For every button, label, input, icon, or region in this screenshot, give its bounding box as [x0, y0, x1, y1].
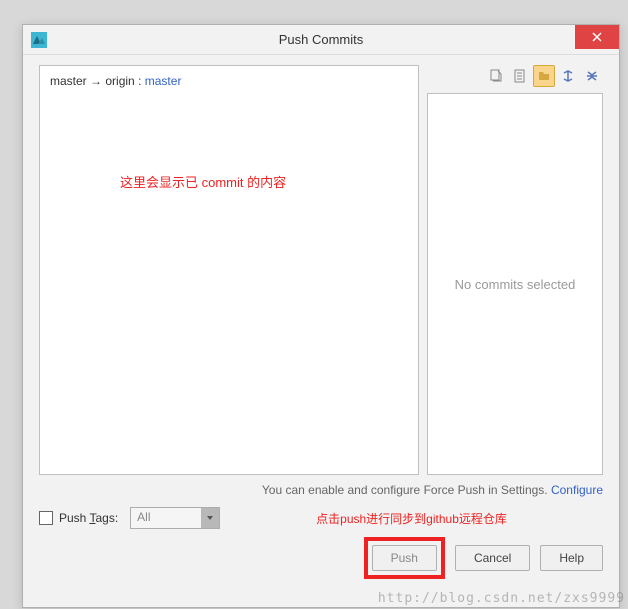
titlebar: Push Commits	[23, 25, 619, 55]
push-button[interactable]: Push	[372, 545, 437, 571]
annotation-commit-area: 这里会显示已 commit 的内容	[120, 172, 286, 191]
push-tags-value: All	[131, 508, 201, 528]
expand-all-icon[interactable]	[557, 65, 579, 87]
diff-toolbar	[427, 65, 603, 87]
configure-link[interactable]: Configure	[551, 483, 603, 497]
show-details-icon[interactable]	[509, 65, 531, 87]
top-area: master → origin : master 这里会显示已 commit 的…	[39, 65, 603, 475]
push-highlight-box: Push	[364, 537, 445, 579]
commits-tree-panel[interactable]: master → origin : master 这里会显示已 commit 的…	[39, 65, 419, 475]
dialog-content: master → origin : master 这里会显示已 commit 的…	[23, 55, 619, 579]
dropdown-arrow-icon	[201, 508, 219, 528]
local-branch: master	[50, 74, 87, 88]
button-row: Push Cancel Help	[39, 537, 603, 579]
push-tags-row: Push Tags: All 点击push进行同步到github远程仓库	[39, 507, 603, 529]
dialog-title: Push Commits	[23, 32, 619, 47]
show-diff-icon[interactable]	[485, 65, 507, 87]
close-button[interactable]	[575, 25, 619, 49]
collapse-all-icon[interactable]	[581, 65, 603, 87]
push-tags-checkbox[interactable]	[39, 511, 53, 525]
push-tags-label: Push Tags:	[59, 511, 118, 525]
commit-details-panel: No commits selected	[427, 93, 603, 475]
right-column: No commits selected	[427, 65, 603, 475]
force-push-hint: You can enable and configure Force Push …	[39, 483, 603, 497]
close-icon	[592, 32, 602, 42]
push-tags-select[interactable]: All	[130, 507, 220, 529]
help-button[interactable]: Help	[540, 545, 603, 571]
push-commits-dialog: Push Commits master → origin : master 这里…	[22, 24, 620, 608]
no-commits-message: No commits selected	[455, 277, 576, 292]
cancel-button[interactable]: Cancel	[455, 545, 530, 571]
group-by-directory-icon[interactable]	[533, 65, 555, 87]
arrow: →	[90, 74, 102, 88]
annotation-push-button: 点击push进行同步到github远程仓库	[316, 510, 507, 527]
remote-name: origin	[105, 74, 134, 88]
watermark: http://blog.csdn.net/zxs9999	[378, 591, 625, 606]
remote-branch: master	[145, 74, 182, 88]
branch-line[interactable]: master → origin : master	[50, 74, 408, 88]
